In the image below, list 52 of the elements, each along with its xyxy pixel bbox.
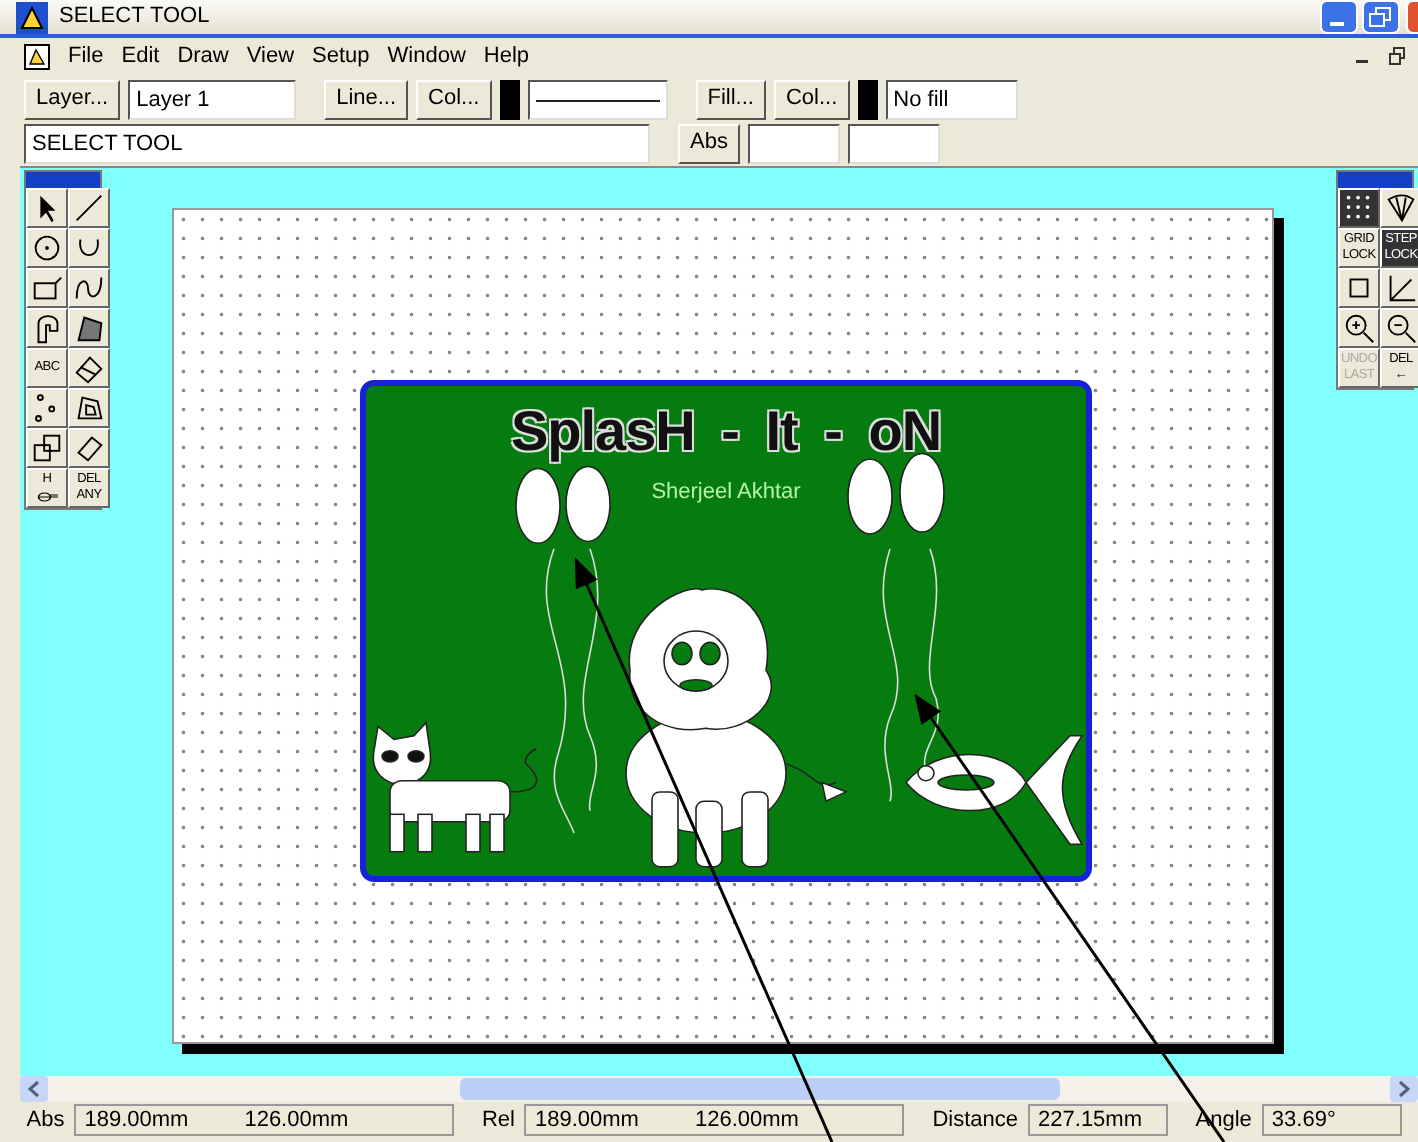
menu-item[interactable]: File [68,39,104,73]
close-icon[interactable] [1406,0,1418,34]
restore-icon[interactable] [1362,0,1401,34]
status-value: 189.00mm [84,1106,189,1134]
status-value: 126.00mm [244,1106,349,1134]
input-field[interactable] [847,123,940,163]
zoom-out-icon[interactable] [1382,310,1418,346]
toolbar-button[interactable]: Col... [416,79,492,119]
status-value: 126.00mm [694,1106,799,1134]
status-value: 33.69° [1271,1106,1336,1134]
copy-icon[interactable] [28,430,66,466]
toolbar-button[interactable]: Abs [678,123,740,163]
scroll-left-icon[interactable] [20,1076,48,1102]
menu-item[interactable]: View [246,39,295,73]
line-style-field[interactable] [527,79,668,119]
color-swatch[interactable] [499,79,520,119]
document-icon [24,43,50,69]
status-value: 227.15mm [1038,1106,1143,1134]
color-swatch[interactable] [857,79,878,119]
menu-item[interactable]: Help [483,39,530,73]
text-field[interactable]: No fill [885,79,1018,119]
text-field[interactable]: Layer 1 [128,79,297,119]
toolbar-button[interactable]: Layer... [24,79,121,119]
toolbar-button[interactable]: Fill... [695,79,766,119]
status-value: 189.00mm [534,1106,639,1134]
status-label: Rel [481,1105,515,1136]
app-icon [16,1,48,33]
status-label: Distance [932,1105,1019,1136]
horizontal-scrollbar[interactable] [20,1076,1418,1102]
menu-item[interactable]: Setup [312,39,370,73]
poster-title: SplasH - It - oN [508,404,944,460]
input-field[interactable] [747,123,840,163]
toolbox-titlebar [1338,172,1412,188]
scroll-right-icon[interactable] [1390,1076,1418,1102]
toolbar-button[interactable]: Col... [773,79,850,119]
zoom-in-icon[interactable] [1340,310,1378,346]
line-preview [535,99,660,101]
toolbox-titlebar [26,172,100,188]
menu-item[interactable]: Window [387,39,466,73]
fan-icon[interactable] [1382,190,1418,226]
minus-icon [33,487,61,505]
restore-icon[interactable] [1388,46,1406,66]
toolbar-button[interactable]: Line... [324,79,409,119]
minimize-icon[interactable] [1319,0,1357,34]
window-title: SELECT TOOL [59,2,210,33]
status-label: Abs [26,1105,65,1136]
scrollbar-thumb[interactable] [460,1078,1060,1100]
text-field[interactable]: SELECT TOOL [24,123,650,163]
menu-item[interactable]: Draw [177,39,229,73]
author-name: Sherjeel Akhtar [649,478,803,508]
line-icon[interactable] [70,190,108,226]
menu-item[interactable]: Edit [121,39,160,73]
